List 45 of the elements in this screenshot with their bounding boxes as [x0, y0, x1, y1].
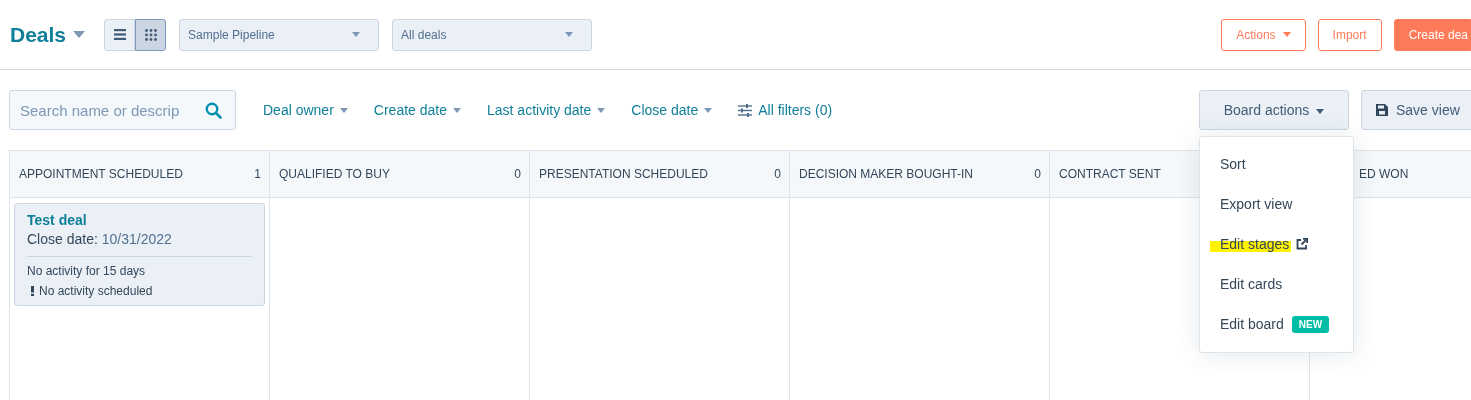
menu-item[interactable]: Edit board NEW: [1200, 304, 1353, 344]
list-view-button[interactable]: [104, 18, 136, 51]
grid-icon: [144, 28, 157, 41]
new-badge: NEW: [1291, 315, 1330, 333]
filter-dropdown[interactable]: Last activity date: [485, 102, 608, 118]
search-icon: [205, 102, 222, 119]
column-title: APPOINTMENT SCHEDULED: [19, 167, 183, 181]
menu-item[interactable]: Edit stages: [1200, 224, 1353, 264]
column-title: CONTRACT SENT: [1059, 167, 1161, 181]
close-date-value: 10/31/2022: [101, 231, 172, 247]
deals-title-dropdown[interactable]: Deals: [10, 22, 86, 47]
deal-name-link[interactable]: Test deal: [27, 212, 252, 228]
filter-dropdown[interactable]: Close date: [629, 102, 715, 118]
deal-card[interactable]: Test deal Close date: 10/31/2022 No activity for 15 days No activity scheduled: [14, 203, 265, 306]
column-title: ED WON: [1359, 167, 1409, 181]
all-filters-button[interactable]: All filters (0): [736, 102, 835, 118]
save-icon: [1376, 104, 1388, 116]
search-field[interactable]: Search name or descrip: [9, 90, 236, 130]
import-button[interactable]: Import: [1317, 18, 1382, 51]
exclamation-icon: [31, 286, 34, 296]
external-link-icon: [1296, 238, 1309, 250]
column-count: 0: [1034, 167, 1041, 181]
save-view-button[interactable]: Save view: [1361, 90, 1471, 130]
menu-item[interactable]: Export view: [1200, 184, 1353, 224]
actions-button[interactable]: Actions: [1221, 18, 1306, 51]
menu-item[interactable]: Sort: [1200, 144, 1353, 184]
board-view-button[interactable]: [135, 18, 167, 51]
create-deal-button[interactable]: Create dea: [1393, 18, 1471, 51]
sliders-icon: [738, 103, 753, 117]
column-title: PRESENTATION SCHEDULED: [539, 167, 708, 181]
list-icon: [113, 29, 126, 40]
activity-text: No activity for 15 days: [27, 264, 147, 278]
column-count: 0: [774, 167, 781, 181]
menu-item[interactable]: Edit cards: [1200, 264, 1353, 304]
filter-dropdown[interactable]: Deal owner: [261, 102, 350, 118]
pipeline-select[interactable]: Sample Pipeline: [179, 18, 380, 51]
column-count: 0: [514, 167, 521, 181]
close-date-label: Close date:: [27, 231, 98, 247]
warning-text: No activity scheduled: [39, 284, 153, 298]
view-select[interactable]: All deals: [392, 18, 593, 51]
column-title: QUALIFIED TO BUY: [279, 167, 390, 181]
board-actions-button[interactable]: Board actions: [1199, 90, 1349, 130]
column-title: DECISION MAKER BOUGHT-IN: [799, 167, 974, 181]
column-count: 1: [254, 167, 261, 181]
filter-dropdown[interactable]: Create date: [371, 102, 463, 118]
